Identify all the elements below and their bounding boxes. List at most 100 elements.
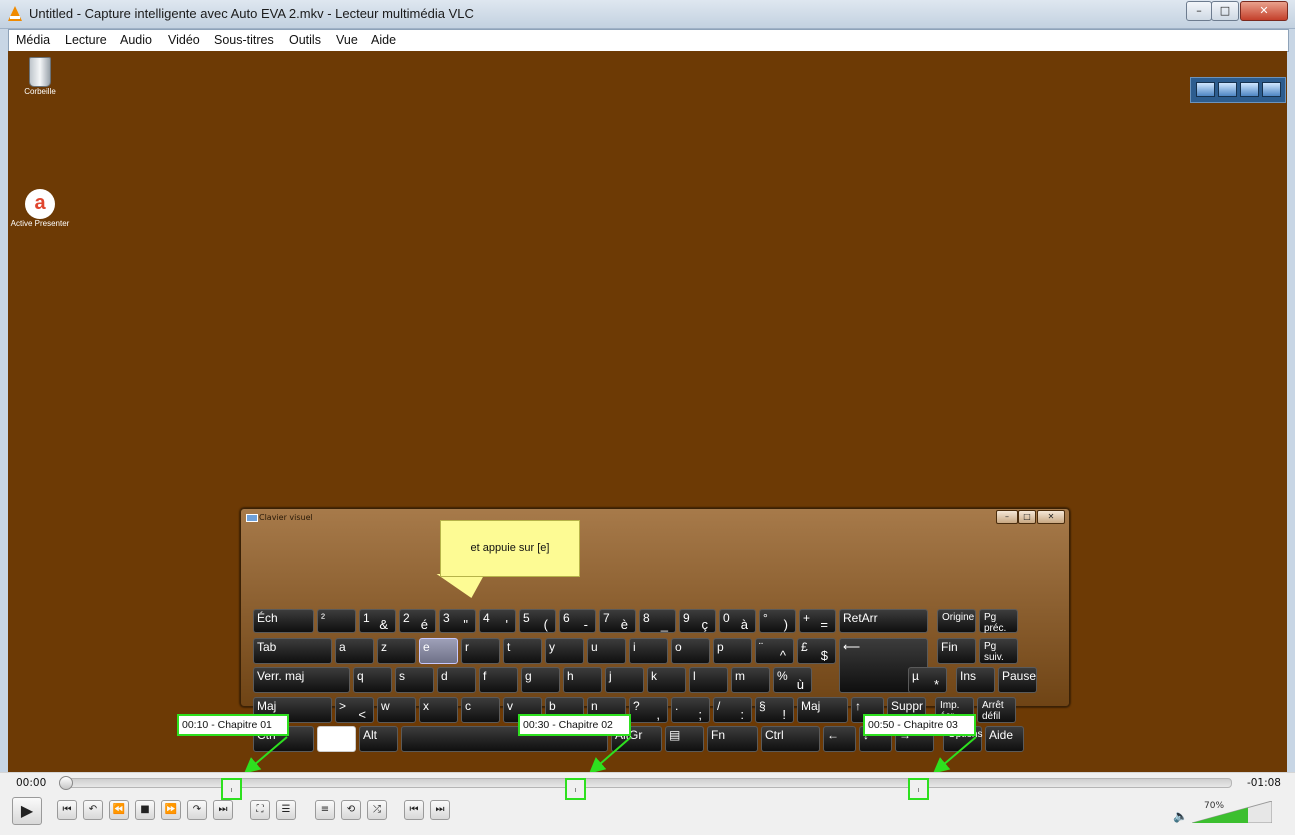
osk-key[interactable]: y [545, 638, 584, 664]
osk-key[interactable]: k [647, 667, 686, 693]
frame-next-button[interactable]: ⏭ [430, 800, 450, 820]
menu-sous-titres[interactable]: Sous-titres [214, 33, 274, 47]
osk-key[interactable]: ² [317, 609, 356, 633]
osk-key[interactable]: Ctrl [761, 726, 820, 752]
osk-key[interactable]: Pause [998, 667, 1037, 693]
osk-key[interactable]: h [563, 667, 602, 693]
osk-key[interactable]: o [671, 638, 710, 664]
speaker-icon[interactable]: 🔈 [1173, 809, 1188, 823]
chapter-marker[interactable] [565, 778, 586, 800]
osk-key[interactable]: % ù [773, 667, 812, 693]
osk-key[interactable]: RetArr [839, 609, 928, 633]
menu-vue[interactable]: Vue [336, 33, 358, 47]
osk-key[interactable]: 8 _ [639, 609, 676, 633]
menu-audio[interactable]: Audio [120, 33, 152, 47]
osk-key[interactable]: Aide [985, 726, 1024, 752]
next-button[interactable]: ⏭ [213, 800, 233, 820]
osk-key[interactable]: 1 & [359, 609, 396, 633]
osk-key[interactable]: .; [671, 697, 710, 723]
maximize-button[interactable]: □ [1211, 1, 1239, 21]
osk-key[interactable]: c [461, 697, 500, 723]
osk-key[interactable]: Ins [956, 667, 995, 693]
stop-button[interactable]: ■ [135, 800, 155, 820]
rewind-button[interactable]: ⏪ [109, 800, 129, 820]
osk-key[interactable]: ¨ ^ [755, 638, 794, 664]
osk-key[interactable]: x [419, 697, 458, 723]
osk-key[interactable]: q [353, 667, 392, 693]
menu-video[interactable]: Vidéo [168, 33, 200, 47]
osk-key[interactable]: µ * [908, 667, 947, 693]
osk-key[interactable]: 7è [599, 609, 636, 633]
osk-key-sublabel: ! [782, 707, 786, 722]
osk-key[interactable]: p [713, 638, 752, 664]
osk-key[interactable]: a [335, 638, 374, 664]
osk-key[interactable]: w [377, 697, 416, 723]
osk-key[interactable]: Pg préc. [979, 609, 1018, 634]
chapter-marker[interactable] [908, 778, 929, 800]
minimize-button[interactable]: – [1186, 1, 1212, 21]
osk-key[interactable]: z [377, 638, 416, 664]
osk-key[interactable]: °) [759, 609, 796, 633]
menu-outils[interactable]: Outils [289, 33, 321, 47]
osk-key[interactable]: r [461, 638, 500, 664]
close-button[interactable]: ✕ [1240, 1, 1288, 21]
osk-key[interactable]: ← [823, 726, 856, 752]
osk-key[interactable]: f [479, 667, 518, 693]
osk-key[interactable]: j [605, 667, 644, 693]
osk-key[interactable]: §! [755, 697, 794, 723]
menu-media[interactable]: Média [16, 33, 50, 47]
loop-forward-button[interactable]: ↷ [187, 800, 207, 820]
equalizer-button[interactable]: ☰ [276, 800, 296, 820]
osk-key[interactable]: Éch [253, 609, 314, 633]
osk-key[interactable]: 9ç [679, 609, 716, 633]
osk-key[interactable]: Pg suiv. [979, 638, 1018, 664]
osk-key[interactable] [317, 726, 356, 752]
osk-key[interactable]: 2é [399, 609, 436, 633]
osk-key[interactable]: + = [799, 609, 836, 633]
osk-key[interactable]: /: [713, 697, 752, 723]
osk-key[interactable]: Maj [797, 697, 848, 723]
previous-button[interactable]: ⏮ [57, 800, 77, 820]
osk-key-label: RetArr [843, 611, 878, 625]
osk-key[interactable]: i [629, 638, 668, 664]
chapter-label-text: 00:50 - Chapitre 03 [868, 719, 958, 731]
osk-key[interactable]: Arrêt défil [977, 697, 1016, 723]
osk-key[interactable]: Origine [937, 609, 976, 633]
frame-previous-button[interactable]: ⏮ [404, 800, 424, 820]
osk-key[interactable]: 4 ' [479, 609, 516, 633]
osk-key[interactable]: 5( [519, 609, 556, 633]
seek-handle[interactable] [59, 776, 73, 790]
osk-key[interactable]: 3 " [439, 609, 476, 633]
video-area[interactable]: Corbeille a Active Presenter Clavier vis… [8, 51, 1287, 772]
osk-key[interactable]: e [419, 638, 458, 664]
playlist-button[interactable]: ≡ [315, 800, 335, 820]
fast-forward-button[interactable]: ⏩ [161, 800, 181, 820]
osk-key[interactable]: t [503, 638, 542, 664]
menu-lecture[interactable]: Lecture [65, 33, 107, 47]
loop-ab-button[interactable]: ↶ [83, 800, 103, 820]
osk-key[interactable]: l [689, 667, 728, 693]
osk-key[interactable]: Fin [937, 638, 976, 664]
osk-key[interactable]: d [437, 667, 476, 693]
chapter-marker[interactable] [221, 778, 242, 800]
shuffle-button[interactable]: ⤮ [367, 800, 387, 820]
osk-key[interactable]: m [731, 667, 770, 693]
osk-key[interactable]: g [521, 667, 560, 693]
menu-aide[interactable]: Aide [371, 33, 396, 47]
osk-key[interactable]: £ $ [797, 638, 836, 664]
osk-key[interactable]: ?, [629, 697, 668, 723]
osk-key[interactable]: ▤ [665, 726, 704, 752]
osk-key[interactable]: 6- [559, 609, 596, 633]
osk-key[interactable]: 0à [719, 609, 756, 633]
osk-key[interactable]: Fn [707, 726, 758, 752]
fullscreen-button[interactable]: ⛶ [250, 800, 270, 820]
osk-key[interactable]: Verr. maj [253, 667, 350, 693]
volume-slider[interactable] [1192, 801, 1272, 823]
osk-key[interactable]: s [395, 667, 434, 693]
osk-key[interactable]: u [587, 638, 626, 664]
play-button[interactable]: ▶ [12, 797, 42, 825]
osk-key[interactable]: Alt [359, 726, 398, 752]
osk-key[interactable]: Tab [253, 638, 332, 664]
loop-button[interactable]: ⟲ [341, 800, 361, 820]
osk-key[interactable]: > < [335, 697, 374, 723]
